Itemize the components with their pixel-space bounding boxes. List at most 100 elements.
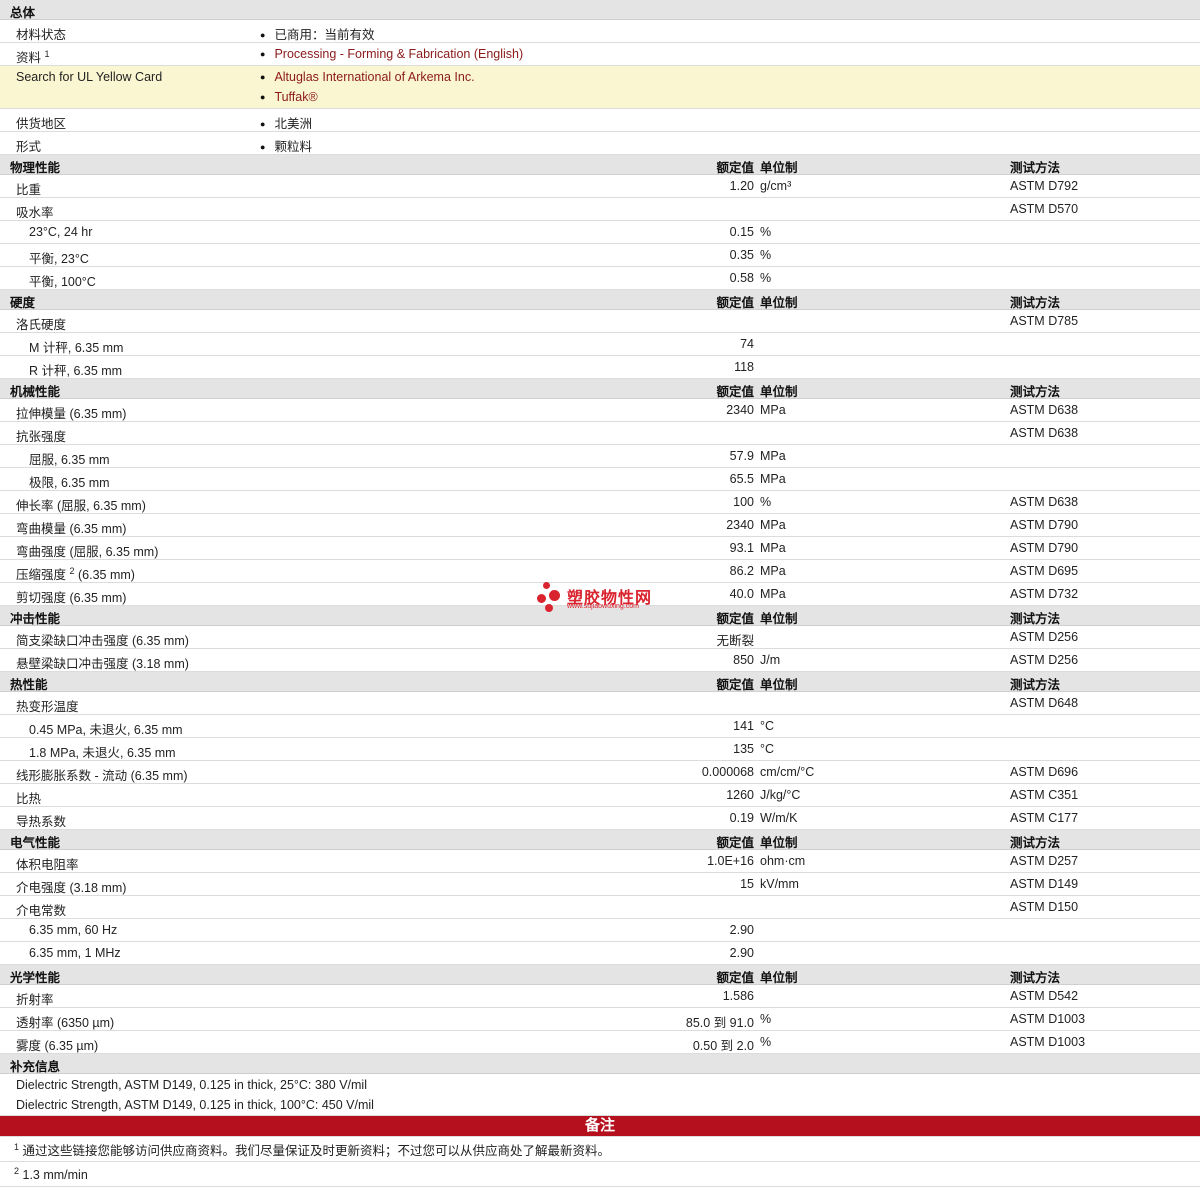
general-label-text: Search for UL Yellow Card [16, 70, 163, 84]
property-name: 弯曲模量 (6.35 mm) [16, 518, 126, 537]
property-name-text: 比热 [16, 792, 42, 806]
property-unit: ohm·cm [760, 854, 806, 868]
property-name: 23°C, 24 hr [29, 225, 92, 239]
property-unit: % [760, 1012, 772, 1026]
property-row: 透射率 (6350 µm) 85.0 到 91.0% ASTM D1003 [0, 1008, 1200, 1031]
note-number: 1 [14, 1141, 20, 1152]
property-row: 屈服, 6.35 mm 57.9 MPa [0, 445, 1200, 468]
property-row: 介电强度 (3.18 mm) 15 kV/mm ASTM D149 [0, 873, 1200, 896]
property-row: 弯曲模量 (6.35 mm) 2340 MPa ASTM D790 [0, 514, 1200, 537]
property-name-text: 简支梁缺口冲击强度 (6.35 mm) [16, 634, 189, 648]
general-row: Search for UL Yellow Card Altuglas Intern… [0, 66, 1200, 109]
property-unit: kV/mm [760, 877, 799, 891]
property-row: 6.35 mm, 1 MHz 2.90 [0, 942, 1200, 965]
property-name: 压缩强度 2 (6.35 mm) [16, 564, 135, 583]
property-row: M 计秤, 6.35 mm 74 [0, 333, 1200, 356]
property-unit: MPa [760, 587, 786, 601]
general-label: Search for UL Yellow Card [16, 70, 162, 84]
property-name: R 计秤, 6.35 mm [29, 360, 122, 379]
property-value: 0.50 到 2.0 [692, 1039, 754, 1053]
property-name-text: 伸长率 (屈服, 6.35 mm) [16, 499, 146, 513]
property-row: 抗张强度 ASTM D638 [0, 422, 1200, 445]
property-name-text: 线形膨胀系数 - 流动 (6.35 mm) [16, 769, 188, 783]
property-name: 抗张强度 [16, 426, 66, 445]
property-row: 极限, 6.35 mm 65.5 MPa [0, 468, 1200, 491]
property-name: 屈服, 6.35 mm [29, 449, 110, 468]
general-link[interactable]: Processing - Forming & Fabrication (Engl… [260, 47, 523, 61]
property-value: 0.000068 [701, 765, 754, 779]
property-method: ASTM D257 [1010, 854, 1079, 868]
property-row: 平衡, 100°C 0.58% [0, 267, 1200, 290]
property-name-text: 介电强度 (3.18 mm) [16, 881, 127, 895]
property-name: 介电强度 (3.18 mm) [16, 877, 126, 896]
property-name-text: 抗张强度 [16, 430, 67, 444]
property-row: 吸水率 ASTM D570 [0, 198, 1200, 221]
property-name: 比热 [16, 788, 41, 807]
column-label-value: 额定值 [716, 385, 754, 399]
property-name-text: 23°C, 24 hr [29, 225, 93, 239]
property-value: 1260 [726, 788, 754, 802]
property-name: 1.8 MPa, 未退火, 6.35 mm [29, 742, 176, 761]
column-label-unit: 单位制 [760, 385, 798, 399]
general-row: 供货地区 北美洲 [0, 109, 1200, 132]
property-row: 导热系数 0.19 W/m/K ASTM C177 [0, 807, 1200, 830]
general-label-text: 资料 [16, 51, 42, 65]
column-label-method: 测试方法 [1010, 161, 1061, 175]
property-unit: MPa [760, 403, 786, 417]
property-value: 2340 [726, 518, 754, 532]
section-title: 电气性能 [10, 836, 61, 850]
section-header: 物理性能 额定值 单位制 测试方法 [0, 155, 1200, 175]
property-unit: MPa [760, 541, 786, 555]
column-label-unit: 单位制 [760, 836, 798, 850]
property-value: 15 [740, 877, 754, 891]
property-value: 2340 [726, 403, 754, 417]
property-name-text: 极限, 6.35 mm [29, 476, 110, 490]
property-row: 体积电阻率 1.0E+16 ohm·cm ASTM D257 [0, 850, 1200, 873]
property-name: 弯曲强度 (屈服, 6.35 mm) [16, 541, 158, 560]
footnote-marker: 2 [69, 565, 75, 576]
supplement-block: Dielectric Strength, ASTM D149, 0.125 in… [0, 1074, 1200, 1116]
property-unit: % [760, 225, 772, 239]
supplement-line: Dielectric Strength, ASTM D149, 0.125 in… [16, 1078, 367, 1092]
property-name-text: 1.8 MPa, 未退火, 6.35 mm [29, 746, 176, 760]
property-method: ASTM D638 [1010, 426, 1079, 440]
property-row: 拉伸模量 (6.35 mm) 2340 MPa ASTM D638 [0, 399, 1200, 422]
property-value: 850 [733, 653, 754, 667]
property-name-text: 平衡, 23°C [29, 252, 89, 266]
section-header: 电气性能 额定值 单位制 测试方法 [0, 830, 1200, 850]
property-name: 伸长率 (屈服, 6.35 mm) [16, 495, 146, 514]
property-unit: °C [760, 742, 775, 756]
general-label: 资料 1 [16, 47, 50, 66]
general-rows: 材料状态 已商用：当前有效资料 1 Processing - Forming & F… [0, 20, 1200, 155]
property-value: 1.586 [722, 989, 754, 1003]
logo-dot-icon [537, 594, 546, 603]
property-method: ASTM D790 [1010, 518, 1079, 532]
property-name: 比重 [16, 179, 41, 198]
property-name-text: 比重 [16, 183, 42, 197]
property-name: 吸水率 [16, 202, 54, 221]
property-method: ASTM D792 [1010, 179, 1079, 193]
general-row: 资料 1 Processing - Forming & Fabrication (… [0, 43, 1200, 66]
property-row: 线形膨胀系数 - 流动 (6.35 mm) 0.000068 cm/cm/°C AST… [0, 761, 1200, 784]
property-value: 141 [733, 719, 754, 733]
property-name: 简支梁缺口冲击强度 (6.35 mm) [16, 630, 189, 649]
property-name-text: 6.35 mm, 1 MHz [29, 946, 121, 960]
property-name: 悬壁梁缺口冲击强度 (3.18 mm) [16, 653, 189, 672]
property-row: 悬壁梁缺口冲击强度 (3.18 mm) 850 J/m ASTM D256 [0, 649, 1200, 672]
column-label-value: 额定值 [716, 161, 754, 175]
property-row: 比热 1260 J/kg/°C ASTM C351 [0, 784, 1200, 807]
column-label-unit: 单位制 [760, 612, 798, 626]
property-method: ASTM C351 [1010, 788, 1079, 802]
property-value: 2.90 [729, 946, 754, 960]
logo-dot-icon [543, 582, 550, 589]
property-name: 透射率 (6350 µm) [16, 1012, 114, 1031]
property-value: 0.35 [729, 248, 754, 262]
general-link[interactable]: Altuglas International of Arkema Inc. [260, 70, 474, 84]
general-label-text: 供货地区 [16, 117, 67, 131]
property-name-text: M 计秤, 6.35 mm [29, 341, 124, 355]
general-link[interactable]: Tuffak® [260, 90, 317, 104]
property-method: ASTM D542 [1010, 989, 1079, 1003]
section-header: 热性能 额定值 单位制 测试方法 [0, 672, 1200, 692]
property-value: 0.19 [729, 811, 754, 825]
property-value: 100 [733, 495, 754, 509]
